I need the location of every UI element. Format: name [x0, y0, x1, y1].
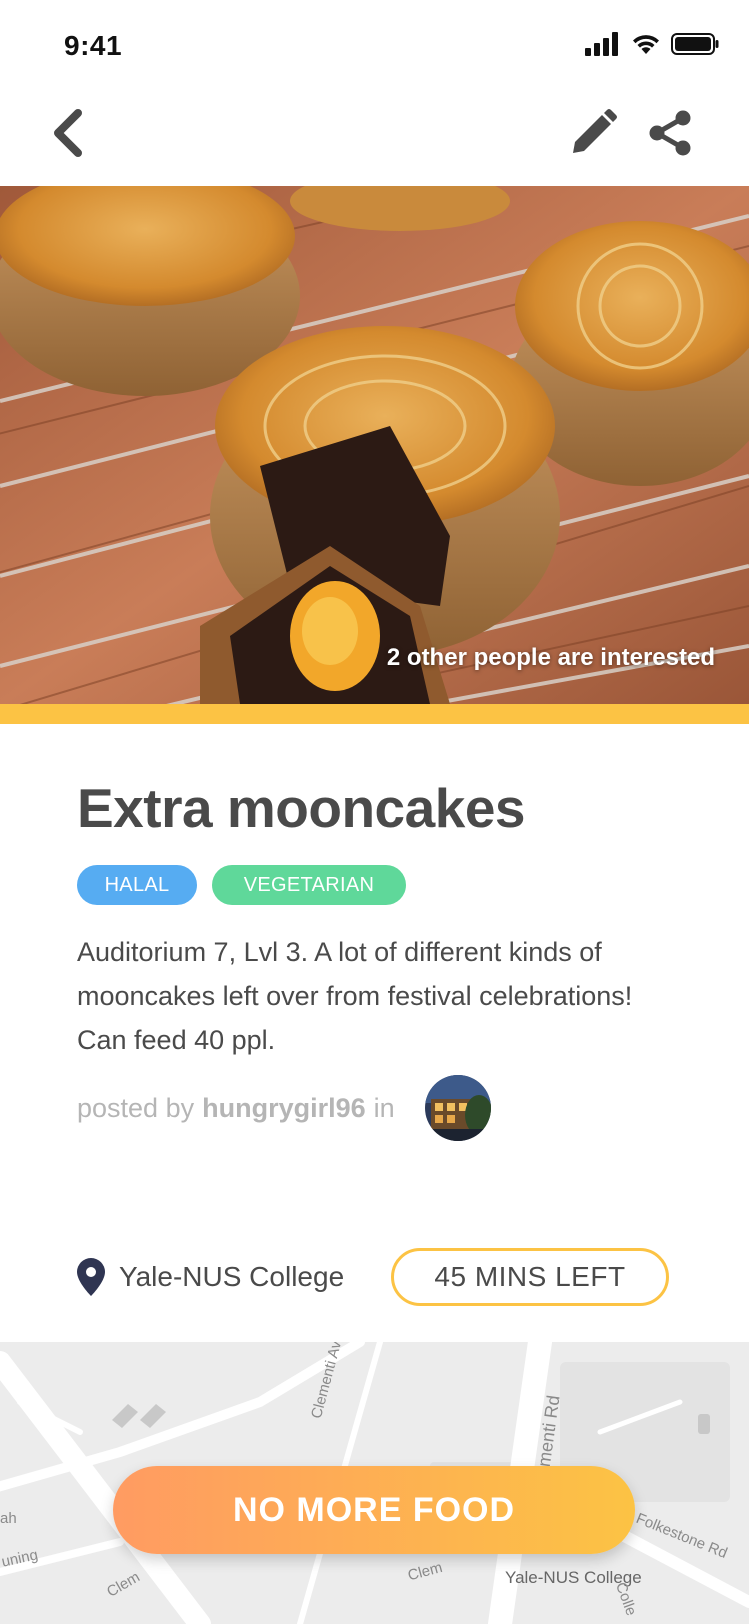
signal-icon: [585, 32, 618, 56]
posted-by-prefix: posted by: [77, 1092, 195, 1123]
back-button[interactable]: [40, 105, 96, 161]
map-label-ah: ah: [0, 1510, 17, 1527]
location-name: Yale-NUS College: [119, 1261, 345, 1292]
post-description: Auditorium 7, Lvl 3. A lot of different …: [77, 937, 633, 1055]
location-avatar[interactable]: [424, 1075, 491, 1141]
building-photo: [424, 1075, 491, 1141]
tag-halal: HALAL: [77, 865, 197, 905]
tag-list: HALAL VEGETARIAN: [77, 865, 406, 905]
pencil-icon: [573, 109, 617, 153]
hero-image: 2 other people are interested: [0, 186, 749, 704]
battery-icon: [671, 33, 719, 55]
post-title: Extra mooncakes: [77, 777, 526, 839]
username-link[interactable]: hungrygirl96: [202, 1093, 366, 1124]
chevron-left-icon: [54, 109, 82, 157]
status-icons: [585, 32, 719, 56]
accent-bar: [0, 704, 749, 724]
location-row[interactable]: Yale-NUS College: [77, 1255, 344, 1299]
status-time: 9:41: [64, 30, 123, 61]
interested-caption: 2 other people are interested: [386, 644, 715, 671]
share-button[interactable]: [642, 105, 698, 161]
tag-vegetarian: VEGETARIAN: [212, 865, 406, 905]
wifi-icon: [633, 35, 659, 54]
posted-by: posted by hungrygirl96 in: [77, 1075, 491, 1141]
share-icon: [649, 110, 691, 156]
edit-button[interactable]: [565, 105, 621, 161]
status-bar: 9:41: [0, 0, 749, 95]
no-more-food-button[interactable]: NO MORE FOOD: [113, 1466, 635, 1554]
map-pin-icon: [77, 1258, 105, 1296]
posted-in-label: in: [373, 1092, 395, 1123]
time-left-badge: 45 MINS LEFT: [391, 1248, 669, 1306]
nav-bar: [0, 95, 749, 185]
mooncakes-photo: [0, 186, 749, 704]
